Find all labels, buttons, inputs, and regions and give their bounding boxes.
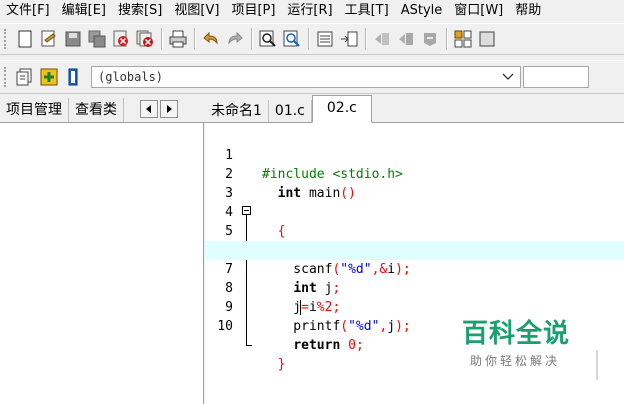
code-line: 4 int i=0; [205, 184, 624, 258]
tab-untitled1[interactable]: 未命名1 [205, 100, 269, 122]
code-line: 5 scanf("%d",&i); [205, 203, 624, 277]
menu-edit[interactable]: 编辑[E] [56, 0, 112, 22]
project-tree-panel[interactable] [0, 123, 204, 404]
class-toolbar: (globals) [0, 60, 624, 94]
toolbar-grip[interactable] [4, 67, 9, 87]
code-line: 3 { [205, 165, 624, 239]
toolbar-separator [308, 28, 309, 50]
code-line: 2 int main() [205, 146, 624, 201]
toolbar-separator [365, 28, 366, 50]
tab-project-manager[interactable]: 项目管理 [0, 98, 69, 122]
menu-tools[interactable]: 工具[T] [339, 0, 395, 22]
save-icon [65, 31, 81, 47]
goto-icon [341, 31, 358, 47]
code-line: 6 int j; [205, 222, 624, 296]
panel-icon [317, 31, 333, 47]
tab-class-browser[interactable]: 查看类 [69, 98, 124, 122]
scroll-edge [596, 350, 598, 380]
code-text: } [277, 357, 286, 372]
member-combo[interactable] [523, 66, 589, 88]
replace-icon [283, 30, 300, 47]
menu-search[interactable]: 搜索[S] [112, 0, 168, 22]
toolbar-grip[interactable] [4, 29, 9, 49]
left-panel-tabs: 项目管理 查看类 [0, 96, 205, 123]
close-file-icon [113, 30, 128, 47]
print-icon [169, 30, 187, 48]
close-all-icon [136, 30, 153, 47]
triangle-left-icon [146, 105, 151, 113]
code-text: return 0; [293, 338, 364, 353]
scope-combo[interactable]: (globals) [91, 66, 521, 88]
indent-button[interactable] [372, 29, 392, 49]
close-all-button[interactable] [135, 29, 155, 49]
find-button[interactable] [258, 29, 278, 49]
main-toolbar [0, 23, 624, 55]
print-button[interactable] [168, 29, 188, 49]
remove-from-project-button[interactable] [63, 67, 83, 87]
bookmark-icon [424, 33, 436, 46]
code-text: printf("%d",j); [262, 319, 411, 334]
toggle-panel-button[interactable] [315, 29, 335, 49]
code-line: 1 #include <stdio.h> [205, 127, 624, 182]
undo-button[interactable] [201, 29, 221, 49]
save-button[interactable] [63, 29, 83, 49]
menu-view[interactable]: 视图[V] [168, 0, 225, 22]
add-to-project-button[interactable] [39, 67, 59, 87]
code-line: 9 return 0; [205, 279, 624, 353]
tab-scroll-left-button[interactable] [140, 100, 158, 118]
open-file-icon [41, 30, 56, 47]
goto-line-button[interactable] [339, 29, 359, 49]
grid-icon [454, 30, 472, 48]
add-icon [40, 68, 58, 86]
new-file-button[interactable] [15, 29, 35, 49]
line-number: 10 [217, 319, 233, 334]
menu-file[interactable]: 文件[F] [0, 0, 56, 22]
menu-window[interactable]: 窗口[W] [448, 0, 509, 22]
toolbar-separator [446, 28, 447, 50]
tab-scroll-right-button[interactable] [160, 100, 178, 118]
find-icon [259, 30, 276, 47]
menu-project[interactable]: 项目[P] [225, 0, 281, 22]
triangle-right-icon [167, 105, 172, 113]
layout-grid-button[interactable] [453, 29, 473, 49]
watermark: 百科全说 助你轻松解决 [462, 318, 602, 369]
new-project-button[interactable] [15, 67, 35, 87]
menu-help[interactable]: 帮助 [509, 0, 547, 22]
code-line: 8 printf("%d",j); [205, 260, 624, 334]
chevron-down-icon [502, 73, 514, 80]
editor-tabs: 未命名1 01.c 02.c [205, 95, 624, 123]
compile-icon [479, 31, 495, 47]
replace-button[interactable] [282, 29, 302, 49]
watermark-subtitle: 助你轻松解决 [470, 354, 561, 368]
menu-astyle[interactable]: AStyle [395, 0, 449, 22]
new-file-icon [18, 30, 32, 48]
redo-button[interactable] [225, 29, 245, 49]
redo-icon [228, 31, 243, 45]
scope-combo-value: (globals) [98, 70, 164, 84]
menu-run[interactable]: 运行[R] [281, 0, 338, 22]
undo-icon [203, 31, 218, 45]
unindent-icon [399, 33, 413, 45]
watermark-title: 百科全说 [462, 319, 571, 349]
project-icon [16, 68, 32, 86]
indent-icon [375, 33, 389, 45]
compile-button[interactable] [477, 29, 497, 49]
toolbar-separator [194, 28, 195, 50]
toolbar-separator [251, 28, 252, 50]
toolbar-separator [161, 28, 162, 50]
remove-icon [68, 68, 78, 86]
close-button[interactable] [111, 29, 131, 49]
bookmark-button[interactable] [420, 29, 440, 49]
menu-bar: 文件[F] 编辑[E] 搜索[S] 视图[V] 项目[P] 运行[R] 工具[T… [0, 0, 624, 22]
unindent-button[interactable] [396, 29, 416, 49]
code-line-current: 7 j=i%2; [205, 241, 624, 315]
code-line: 10 } [205, 298, 624, 372]
tab-02c[interactable]: 02.c [311, 95, 372, 123]
save-all-icon [88, 30, 106, 48]
tab-01c[interactable]: 01.c [269, 100, 312, 122]
save-all-button[interactable] [87, 29, 107, 49]
open-file-button[interactable] [39, 29, 59, 49]
